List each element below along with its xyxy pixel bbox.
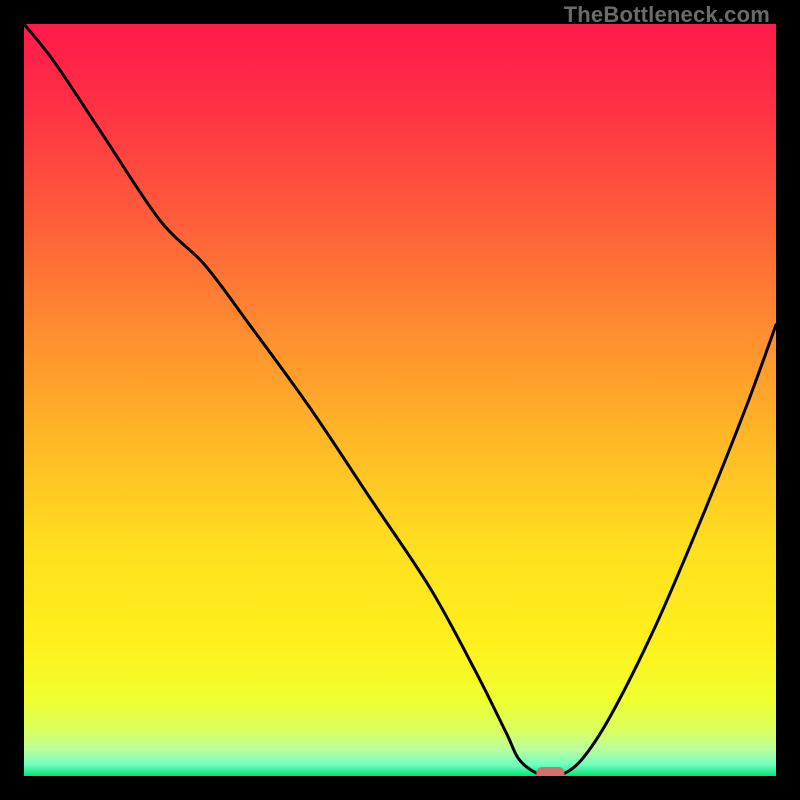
optimum-marker [536,767,564,776]
watermark-text: TheBottleneck.com [564,2,770,28]
gradient-background [24,24,776,776]
chart-svg [24,24,776,776]
